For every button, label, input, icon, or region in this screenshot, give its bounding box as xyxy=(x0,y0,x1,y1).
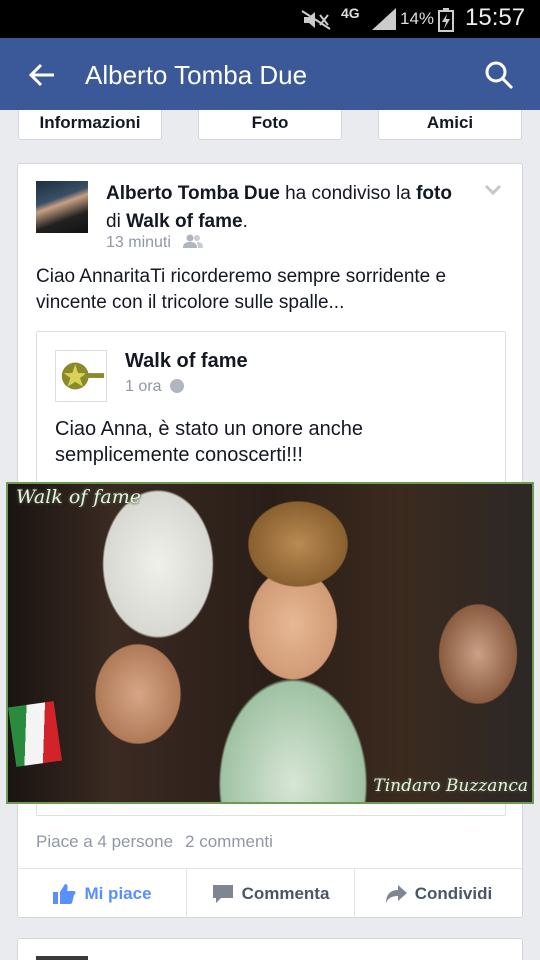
action-bar: Mi piace Commenta Condividi xyxy=(18,868,522,919)
globe-icon xyxy=(169,379,184,393)
clock: 15:57 xyxy=(465,4,526,31)
profile-tabs: Informazioni Foto Amici xyxy=(0,110,540,142)
post-text: Ciao AnnaritaTi ricorderemo sempre sorri… xyxy=(36,266,447,313)
post-meta: 13 minuti xyxy=(106,234,204,252)
preposition-text: di xyxy=(106,211,127,232)
page-title: Alberto Tomba Due xyxy=(85,60,308,90)
post-header: Alberto Tomba Due ha condiviso la foto d… xyxy=(106,180,456,236)
object-link[interactable]: foto xyxy=(416,183,452,204)
back-arrow-icon[interactable] xyxy=(28,62,56,88)
network-type: 4G xyxy=(341,5,360,21)
shared-photo[interactable]: Walk of fame Tindaro Buzzanca xyxy=(6,482,534,804)
like-label: Mi piace xyxy=(84,884,152,903)
status-bar: 4G 14% 15:57 xyxy=(0,0,540,38)
shared-text: Ciao Anna, è stato un onore anche sempli… xyxy=(55,418,364,466)
thumbs-up-icon xyxy=(53,884,76,904)
app-bar: Alberto Tomba Due xyxy=(0,38,540,110)
comment-button[interactable]: Commenta xyxy=(186,869,354,919)
share-icon xyxy=(385,885,407,903)
photo-watermark-bottom: Tindaro Buzzanca xyxy=(373,776,528,796)
battery-percent: 14% xyxy=(400,9,435,28)
comments-count[interactable]: 2 commenti xyxy=(185,832,273,851)
post-time[interactable]: 13 minuti xyxy=(106,234,171,251)
signal-icon xyxy=(372,8,396,30)
like-button[interactable]: Mi piace xyxy=(18,869,186,919)
source-link[interactable]: Walk of fame xyxy=(126,211,243,232)
italian-flag xyxy=(8,701,62,767)
battery-icon xyxy=(438,8,454,32)
share-label: Condividi xyxy=(414,884,493,903)
friends-icon xyxy=(183,234,204,248)
comment-label: Commenta xyxy=(241,884,330,903)
search-icon[interactable] xyxy=(484,60,514,90)
shared-time[interactable]: 1 ora xyxy=(125,378,161,395)
author-name[interactable]: Alberto Tomba Due xyxy=(106,183,280,204)
action-text: ha condiviso la xyxy=(279,183,417,204)
tab-informazioni[interactable]: Informazioni xyxy=(18,110,162,140)
tab-amici[interactable]: Amici xyxy=(378,110,522,140)
author-avatar[interactable] xyxy=(36,181,88,233)
chevron-down-icon[interactable] xyxy=(484,184,502,196)
share-button[interactable]: Condividi xyxy=(354,869,522,919)
period-text: . xyxy=(242,211,248,232)
mute-icon xyxy=(301,10,331,30)
tab-foto[interactable]: Foto xyxy=(198,110,342,140)
post-stats: Piace a 4 persone 2 commenti xyxy=(36,832,273,852)
comment-icon xyxy=(212,885,233,903)
page-logo[interactable] xyxy=(55,350,107,402)
shared-page-name[interactable]: Walk of fame xyxy=(125,350,248,373)
photo-watermark-top: Walk of fame xyxy=(16,486,141,508)
next-post-card xyxy=(17,938,523,960)
shared-meta: 1 ora xyxy=(125,378,184,396)
next-post-avatar[interactable] xyxy=(36,956,88,960)
likes-count[interactable]: Piace a 4 persone xyxy=(36,832,173,851)
